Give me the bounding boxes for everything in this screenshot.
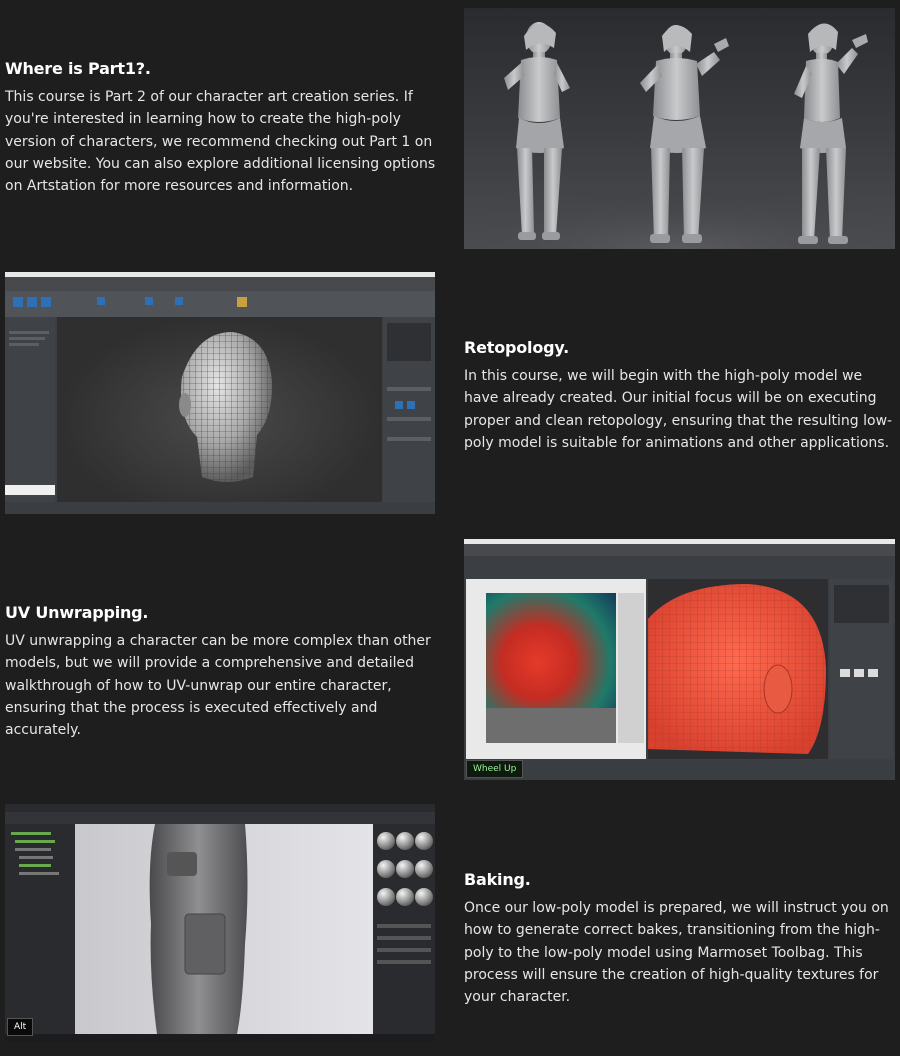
section-retopology: Retopology. In this course, we will begi… — [464, 338, 900, 454]
section-text: Once our low-poly model is prepared, we … — [464, 900, 889, 1006]
status-bar — [5, 1034, 435, 1042]
section-text: UV unwrapping a character can be more co… — [5, 633, 431, 739]
baking-screenshot: Alt — [5, 804, 435, 1042]
section-baking: Baking. Once our low-poly model is prepa… — [464, 870, 900, 1008]
key-overlay-badge: Alt — [7, 1018, 34, 1036]
section-title: Baking. — [464, 870, 531, 889]
retopology-screenshot — [5, 272, 435, 514]
section-title: Where is Part1?. — [5, 59, 151, 78]
section-title: Retopology. — [464, 338, 570, 357]
menu-bar — [5, 804, 435, 812]
uv-head-svg — [648, 584, 826, 754]
perspective-viewport[interactable] — [648, 579, 828, 759]
uv-unwrapping-screenshot: Wheel Up — [464, 539, 895, 780]
perspective-viewport[interactable] — [57, 317, 382, 502]
section-text: This course is Part 2 of our character a… — [5, 89, 436, 195]
materials-panel[interactable] — [373, 824, 435, 1034]
section-text: In this course, we will begin with the h… — [464, 368, 893, 451]
bake-model-svg — [149, 824, 248, 1034]
command-panel[interactable] — [830, 579, 893, 759]
section-title: UV Unwrapping. — [5, 603, 149, 622]
scene-explorer-panel[interactable] — [5, 317, 55, 502]
section-uv-unwrapping: UV Unwrapping. UV unwrapping a character… — [5, 603, 445, 741]
character-turnaround-svg — [464, 22, 895, 249]
outliner-panel[interactable] — [5, 824, 75, 1034]
command-panel[interactable] — [383, 317, 435, 502]
head-wireframe-svg — [179, 332, 273, 482]
section-part1: Where is Part1?. This course is Part 2 o… — [5, 59, 445, 197]
bake-viewport[interactable] — [75, 824, 373, 1034]
character-render-image — [464, 8, 895, 249]
uv-editor-window[interactable] — [466, 579, 646, 759]
ribbon — [5, 291, 435, 317]
main-toolbar — [5, 812, 435, 824]
status-bar — [5, 502, 435, 514]
key-overlay-badge: Wheel Up — [466, 760, 524, 778]
main-toolbar — [5, 277, 435, 291]
main-toolbar — [464, 544, 895, 556]
status-bar — [464, 760, 895, 780]
